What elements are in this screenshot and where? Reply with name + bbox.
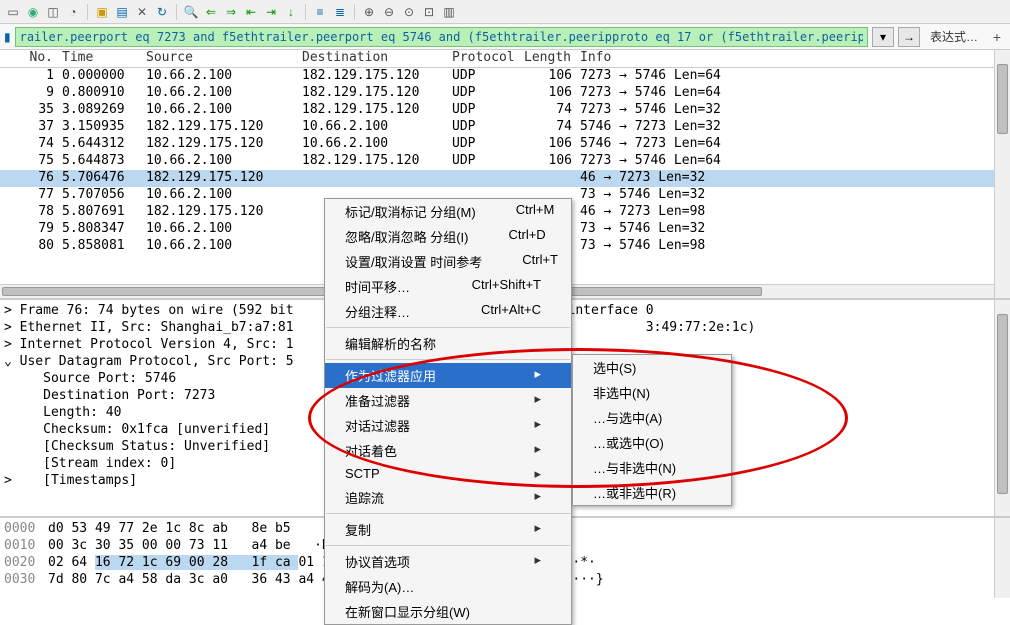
submenu-item[interactable]: 选中(S) xyxy=(573,355,731,380)
menu-item[interactable]: 对话着色▸ xyxy=(325,438,571,463)
menu-item[interactable]: 时间平移…Ctrl+Shift+T xyxy=(325,274,571,299)
down-icon[interactable]: ↓ xyxy=(282,3,300,21)
folder-icon[interactable]: ▣ xyxy=(93,3,111,21)
details-vscrollbar[interactable] xyxy=(994,300,1010,516)
packet-row[interactable]: 10.00000010.66.2.100182.129.175.120UDP10… xyxy=(0,68,994,85)
stop-icon[interactable]: ◫ xyxy=(44,3,62,21)
filter-submenu[interactable]: 选中(S)非选中(N)…与选中(A)…或选中(O)…与非选中(N)…或非选中(R… xyxy=(572,354,732,506)
step-right-icon[interactable]: ⇥ xyxy=(262,3,280,21)
menu-separator xyxy=(326,327,570,328)
menu-item[interactable]: 协议首选项▸ xyxy=(325,549,571,574)
step-left-icon[interactable]: ⇤ xyxy=(242,3,260,21)
col-time[interactable]: Time xyxy=(58,50,142,67)
submenu-item[interactable]: …或非选中(R) xyxy=(573,480,731,505)
separator xyxy=(305,4,306,20)
menu-separator xyxy=(326,545,570,546)
packet-row[interactable]: 90.80091010.66.2.100182.129.175.120UDP10… xyxy=(0,85,994,102)
search-icon[interactable]: 🔍 xyxy=(182,3,200,21)
packet-row[interactable]: 745.644312182.129.175.12010.66.2.100UDP1… xyxy=(0,136,994,153)
close-icon[interactable]: ✕ xyxy=(133,3,151,21)
arrow-left-icon[interactable]: ⇐ xyxy=(202,3,220,21)
expression-label[interactable]: 表达式… xyxy=(924,28,984,45)
main-toolbar: ▭ ◉ ◫ ◔ ▣ ▤ ✕ ↻ 🔍 ⇐ ⇒ ⇤ ⇥ ↓ ≡ ≣ ⊕ ⊖ ⊙ ⊡ … xyxy=(0,0,1010,24)
menu-item[interactable]: 对话过滤器▸ xyxy=(325,413,571,438)
file-icon[interactable]: ▭ xyxy=(4,3,22,21)
packet-row[interactable]: 353.08926910.66.2.100182.129.175.120UDP7… xyxy=(0,102,994,119)
reload-icon[interactable]: ↻ xyxy=(153,3,171,21)
zoom-in-icon[interactable]: ⊕ xyxy=(360,3,378,21)
menu-item[interactable]: 忽略/取消忽略 分组(I)Ctrl+D xyxy=(325,224,571,249)
zoom-out-icon[interactable]: ⊖ xyxy=(380,3,398,21)
square-icon[interactable]: ◉ xyxy=(24,3,42,21)
menu-item[interactable]: 分组注释…Ctrl+Alt+C xyxy=(325,299,571,324)
col-source[interactable]: Source xyxy=(142,50,298,67)
col-info[interactable]: Info xyxy=(576,50,994,67)
add-button[interactable]: + xyxy=(988,28,1006,46)
submenu-item[interactable]: 非选中(N) xyxy=(573,380,731,405)
col-no[interactable]: No. xyxy=(0,50,58,67)
packet-row[interactable]: 755.64487310.66.2.100182.129.175.120UDP1… xyxy=(0,153,994,170)
menu-item[interactable]: 在新窗口显示分组(W) xyxy=(325,599,571,624)
submenu-item[interactable]: …与非选中(N) xyxy=(573,455,731,480)
align-icon[interactable]: ≣ xyxy=(331,3,349,21)
filter-apply-button[interactable]: → xyxy=(898,27,920,47)
menu-item[interactable]: 解码为(A)… xyxy=(325,574,571,599)
menu-item[interactable]: 标记/取消标记 分组(M)Ctrl+M xyxy=(325,199,571,224)
packet-list-header: No. Time Source Destination Protocol Len… xyxy=(0,50,994,68)
filter-bar: ▮ ▾ → 表达式… + xyxy=(0,24,1010,50)
menu-separator xyxy=(326,513,570,514)
submenu-item[interactable]: …与选中(A) xyxy=(573,405,731,430)
menu-separator xyxy=(326,359,570,360)
arrow-right-icon[interactable]: ⇒ xyxy=(222,3,240,21)
save-icon[interactable]: ▤ xyxy=(113,3,131,21)
col-dest[interactable]: Destination xyxy=(298,50,448,67)
packet-vscrollbar[interactable] xyxy=(994,50,1010,298)
bookmark-icon[interactable]: ▮ xyxy=(4,30,11,44)
list-icon[interactable]: ≡ xyxy=(311,3,329,21)
context-menu[interactable]: 标记/取消标记 分组(M)Ctrl+M忽略/取消忽略 分组(I)Ctrl+D设置… xyxy=(324,198,572,625)
separator xyxy=(354,4,355,20)
target-icon[interactable]: ◔ xyxy=(64,3,82,21)
menu-item[interactable]: 准备过滤器▸ xyxy=(325,388,571,413)
separator xyxy=(176,4,177,20)
menu-item[interactable]: 复制▸ xyxy=(325,517,571,542)
menu-item[interactable]: 追踪流▸ xyxy=(325,485,571,510)
submenu-item[interactable]: …或选中(O) xyxy=(573,430,731,455)
menu-item[interactable]: SCTP▸ xyxy=(325,463,571,485)
packet-row[interactable]: 765.706476182.129.175.12046 → 7273 Len=3… xyxy=(0,170,994,187)
packet-row[interactable]: 373.150935182.129.175.12010.66.2.100UDP7… xyxy=(0,119,994,136)
zoom-100-icon[interactable]: ⊡ xyxy=(420,3,438,21)
col-proto[interactable]: Protocol xyxy=(448,50,516,67)
menu-item[interactable]: 编辑解析的名称 xyxy=(325,331,571,356)
col-len[interactable]: Length xyxy=(516,50,576,67)
hex-vscrollbar[interactable] xyxy=(994,518,1010,598)
columns-icon[interactable]: ▥ xyxy=(440,3,458,21)
display-filter-input[interactable] xyxy=(15,27,868,47)
zoom-fit-icon[interactable]: ⊙ xyxy=(400,3,418,21)
menu-item[interactable]: 设置/取消设置 时间参考Ctrl+T xyxy=(325,249,571,274)
filter-clear-button[interactable]: ▾ xyxy=(872,27,894,47)
menu-item[interactable]: 作为过滤器应用▸ xyxy=(325,363,571,388)
separator xyxy=(87,4,88,20)
